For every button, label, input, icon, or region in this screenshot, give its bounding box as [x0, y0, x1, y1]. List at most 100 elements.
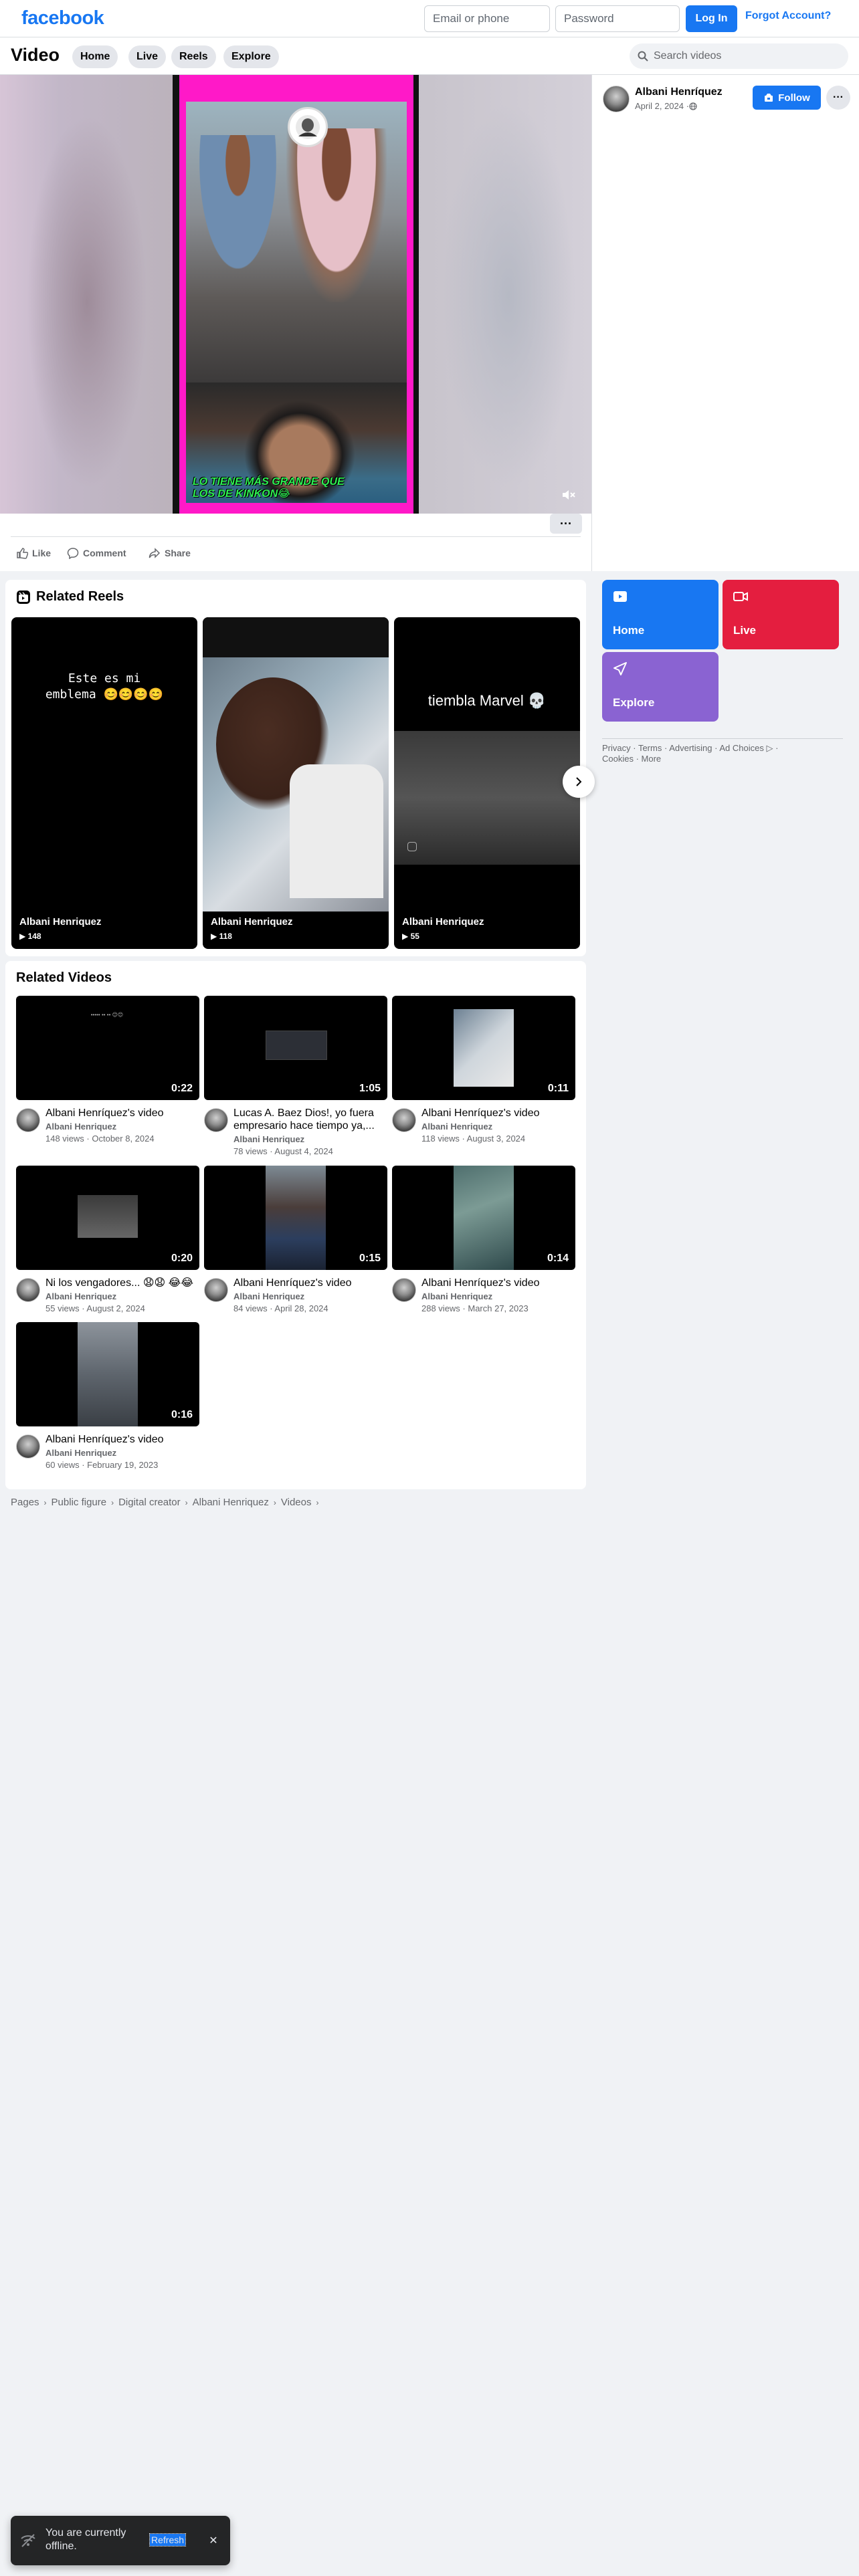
author-name[interactable]: Albani Henríquez: [635, 86, 723, 98]
reel-card[interactable]: Este es mi emblema 😊😊😊😊 Albani Henriquez…: [11, 617, 197, 949]
avatar[interactable]: [204, 1278, 228, 1302]
video-meta: Albani Henríquez's video Albani Henrique…: [204, 1270, 387, 1330]
thumbnail-content: [78, 1195, 138, 1238]
avatar[interactable]: [603, 86, 630, 112]
breadcrumb-item[interactable]: Public figure: [52, 1497, 107, 1508]
video-thumbnail[interactable]: ••••• •• •• 😊😊 0:22: [16, 996, 199, 1100]
breadcrumb-item[interactable]: Videos: [281, 1497, 312, 1508]
nav-tile-live[interactable]: Live: [723, 580, 839, 649]
ad-choices-icon: ▷: [766, 743, 773, 753]
video-title[interactable]: Albani Henríquez's video: [421, 1277, 575, 1289]
nav-tile-explore[interactable]: Explore: [602, 652, 719, 722]
video-thumbnail[interactable]: 0:20: [16, 1166, 199, 1270]
tab-explore[interactable]: Explore: [223, 45, 279, 68]
instagram-icon: [407, 842, 417, 851]
video-author[interactable]: Albani Henriquez: [421, 1291, 492, 1301]
breadcrumb-item[interactable]: Digital creator: [118, 1497, 181, 1508]
breadcrumb-item[interactable]: Albani Henriquez: [193, 1497, 269, 1508]
breadcrumb-item[interactable]: Pages: [11, 1497, 39, 1508]
chevron-right-icon: ›: [43, 1497, 47, 1507]
chevron-right-icon: ›: [316, 1497, 319, 1507]
video-thumbnail[interactable]: 1:05: [204, 996, 387, 1100]
video-card[interactable]: 0:14 Albani Henríquez's video Albani Hen…: [392, 1166, 575, 1330]
video-title[interactable]: Albani Henríquez's video: [45, 1107, 199, 1119]
thumbs-up-icon: [16, 547, 32, 559]
avatar[interactable]: [16, 1108, 40, 1132]
video-card[interactable]: ••••• •• •• 😊😊 0:22 Albani Henríquez's v…: [16, 996, 199, 1160]
video-author[interactable]: Albani Henriquez: [45, 1448, 116, 1458]
comment-button[interactable]: Comment: [67, 547, 126, 559]
video-author[interactable]: Albani Henriquez: [45, 1121, 116, 1132]
reel-thumbnail: [203, 657, 389, 911]
video-card[interactable]: 0:16 Albani Henríquez's video Albani Hen…: [16, 1322, 199, 1487]
footer-link-cookies[interactable]: Cookies: [602, 754, 634, 764]
video-frame[interactable]: LO TIENE MÁS GRANDE QUE LOS DE KINKON😂: [173, 75, 419, 514]
more-options-button[interactable]: ···: [550, 514, 582, 534]
search-placeholder: Search videos: [654, 50, 722, 62]
mute-icon[interactable]: [561, 487, 577, 503]
footer-link-terms[interactable]: Terms: [638, 743, 662, 753]
video-duration: 0:11: [547, 1083, 569, 1094]
video-card[interactable]: 0:20 Ni los vengadores... 😧😧 😂😂 Albani H…: [16, 1166, 199, 1330]
video-duration: 0:15: [359, 1253, 381, 1264]
email-field[interactable]: Email or phone: [424, 5, 550, 32]
video-thumbnail[interactable]: 0:11: [392, 996, 575, 1100]
avatar[interactable]: [392, 1278, 416, 1302]
reel-view-count: ▶ 55: [402, 932, 419, 941]
related-videos-section: Related Videos ••••• •• •• 😊😊 0:22 Alban…: [5, 961, 586, 1489]
video-title[interactable]: Lucas A. Baez Dios!, yo fuera empresario…: [233, 1107, 387, 1132]
nav-tile-home[interactable]: Home: [602, 580, 719, 649]
video-title[interactable]: Albani Henríquez's video: [45, 1433, 199, 1446]
footer-link-privacy[interactable]: Privacy: [602, 743, 631, 753]
video-author[interactable]: Albani Henriquez: [45, 1291, 116, 1301]
video-card[interactable]: 1:05 Lucas A. Baez Dios!, yo fuera empre…: [204, 996, 387, 1160]
footer-link-ad-choices[interactable]: Ad Choices: [719, 743, 763, 753]
video-author[interactable]: Albani Henriquez: [233, 1134, 304, 1144]
video-card[interactable]: 0:11 Albani Henríquez's video Albani Hen…: [392, 996, 575, 1160]
top-navigation-bar: facebook Email or phone Password Log In …: [0, 0, 859, 37]
avatar[interactable]: [392, 1108, 416, 1132]
reel-card[interactable]: Albani Henriquez ▶ 118: [203, 617, 389, 949]
video-duration: 0:16: [171, 1409, 193, 1420]
avatar[interactable]: [16, 1434, 40, 1459]
footer-link-advertising[interactable]: Advertising: [669, 743, 712, 753]
video-author[interactable]: Albani Henriquez: [233, 1291, 304, 1301]
video-subnav: Video Home Live Reels Explore Search vid…: [0, 37, 859, 75]
password-field[interactable]: Password: [555, 5, 680, 32]
refresh-link[interactable]: Refresh: [149, 2533, 187, 2547]
chevron-right-icon: ›: [185, 1497, 188, 1507]
video-card[interactable]: 0:15 Albani Henríquez's video Albani Hen…: [204, 1166, 387, 1330]
close-icon[interactable]: ✕: [205, 2532, 222, 2549]
search-input[interactable]: Search videos: [630, 43, 848, 69]
avatar[interactable]: [204, 1108, 228, 1132]
tab-live[interactable]: Live: [128, 45, 167, 68]
like-button[interactable]: Like: [16, 547, 51, 559]
video-player[interactable]: LO TIENE MÁS GRANDE QUE LOS DE KINKON😂: [0, 75, 591, 514]
tab-home[interactable]: Home: [72, 45, 118, 68]
author-more-button[interactable]: ···: [826, 86, 850, 110]
reel-card[interactable]: tiembla Marvel 💀 Albani Henriquez ▶ 55: [394, 617, 580, 949]
facebook-logo[interactable]: facebook: [21, 7, 104, 29]
reels-icon: [16, 590, 36, 605]
video-author[interactable]: Albani Henriquez: [421, 1121, 492, 1132]
avatar[interactable]: [16, 1278, 40, 1302]
follow-page-icon: [763, 92, 778, 103]
login-button[interactable]: Log In: [686, 5, 737, 32]
video-thumbnail[interactable]: 0:16: [16, 1322, 199, 1426]
reel-view-count: ▶ 148: [19, 932, 41, 941]
video-title[interactable]: Albani Henríquez's video: [233, 1277, 387, 1289]
video-title[interactable]: Albani Henríquez's video: [421, 1107, 575, 1119]
tab-reels[interactable]: Reels: [171, 45, 216, 68]
footer-link-more[interactable]: More: [642, 754, 662, 764]
video-title[interactable]: Ni los vengadores... 😧😧 😂😂: [45, 1277, 199, 1289]
follow-button[interactable]: Follow: [753, 86, 821, 110]
reel-overlay-text: tiembla Marvel 💀: [427, 692, 547, 709]
video-actions-bar: Like Comment Share: [0, 514, 591, 571]
forgot-account-link[interactable]: Forgot Account?: [745, 10, 831, 22]
reels-next-button[interactable]: [563, 766, 595, 798]
video-meta: Albani Henríquez's video Albani Henrique…: [16, 1100, 199, 1160]
video-thumbnail[interactable]: 0:15: [204, 1166, 387, 1270]
video-thumbnail[interactable]: 0:14: [392, 1166, 575, 1270]
share-button[interactable]: Share: [149, 547, 191, 559]
chevron-right-icon: ›: [273, 1497, 276, 1507]
